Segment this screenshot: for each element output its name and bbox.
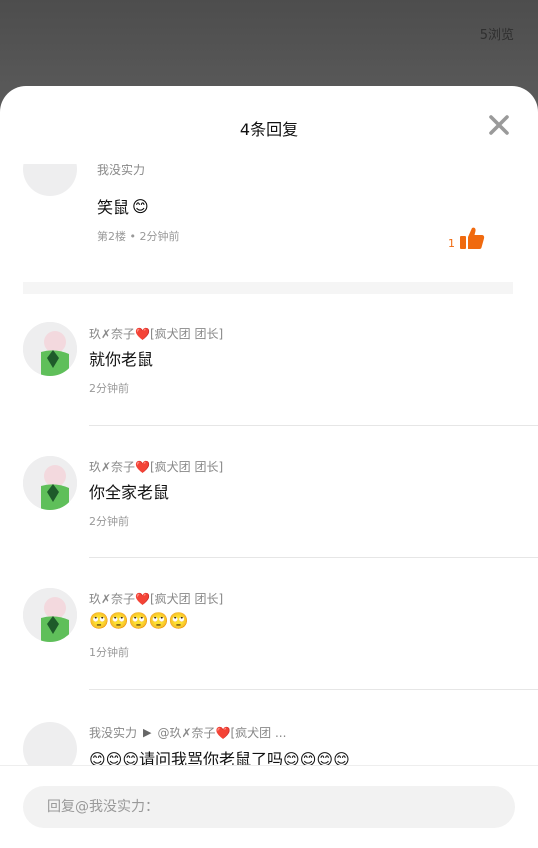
main-comment: 我没实力 笑鼠 😊 第2楼 • 2分钟前 1 — [0, 164, 538, 284]
reply-text: 🙄🙄🙄🙄🙄 — [89, 611, 189, 630]
avatar[interactable] — [23, 164, 77, 196]
comment-text: 笑鼠 — [97, 198, 130, 217]
comment-emoji: 😊 — [132, 196, 149, 216]
reply-item: 玖✗奈子❤️[疯犬团 团长] 🙄🙄🙄🙄🙄 1分钟前 — [0, 558, 538, 690]
reply-time: 2分钟前 — [89, 515, 129, 528]
avatar[interactable] — [23, 588, 77, 642]
reply-author[interactable]: 玖✗奈子❤️[疯犬团 团长] — [89, 590, 223, 607]
reply-footer — [0, 765, 538, 848]
reply-item: 玖✗奈子❤️[疯犬团 团长] 就你老鼠 2分钟前 — [0, 294, 538, 426]
avatar[interactable] — [23, 456, 77, 510]
reply-item: 我没实力 ▶ @玖✗奈子❤️[疯犬团 ... 😊😊😊请问我骂你老鼠了吗😊😊😊😊 — [0, 690, 538, 766]
avatar-image — [23, 322, 77, 376]
avatar[interactable] — [23, 322, 77, 376]
comment-author[interactable]: 我没实力 — [97, 164, 145, 178]
replies-sheet: 4条回复 我没实力 笑鼠 😊 第2楼 • 2分钟前 1 玖✗奈子❤️[疯犬团 团… — [0, 86, 538, 848]
avatar-image — [23, 456, 77, 510]
reply-input[interactable] — [23, 786, 515, 828]
reply-author[interactable]: 玖✗奈子❤️[疯犬团 团长] — [89, 458, 223, 475]
reply-text: 你全家老鼠 — [89, 483, 170, 502]
reply-arrow-icon: ▶ — [143, 726, 152, 739]
reply-header: 我没实力 ▶ @玖✗奈子❤️[疯犬团 ... — [89, 724, 286, 741]
reply-time: 2分钟前 — [89, 382, 129, 395]
comment-body: 笑鼠 😊 — [97, 194, 149, 218]
reply-author[interactable]: 玖✗奈子❤️[疯犬团 团长] — [89, 325, 223, 342]
close-button[interactable] — [482, 108, 516, 142]
reply-text: 😊😊😊请问我骂你老鼠了吗😊😊😊😊 — [89, 750, 350, 766]
like-count: 1 — [448, 237, 455, 250]
reply-text: 就你老鼠 — [89, 350, 154, 369]
reply-item: 玖✗奈子❤️[疯犬团 团长] 你全家老鼠 2分钟前 — [0, 426, 538, 558]
close-icon — [489, 115, 509, 135]
view-count: 5浏览 — [479, 28, 514, 43]
reply-list[interactable]: 我没实力 笑鼠 😊 第2楼 • 2分钟前 1 玖✗奈子❤️[疯犬团 团长] 就你… — [0, 164, 538, 766]
avatar[interactable] — [23, 722, 77, 766]
thumbs-up-icon — [460, 227, 485, 249]
reply-author[interactable]: 我没实力 — [89, 724, 137, 741]
reply-time: 1分钟前 — [89, 646, 129, 659]
comment-meta: 第2楼 • 2分钟前 — [97, 230, 180, 243]
reply-to-target[interactable]: @玖✗奈子❤️[疯犬团 ... — [157, 724, 286, 741]
section-divider — [23, 282, 513, 294]
like-button[interactable]: 1 — [448, 226, 485, 250]
avatar-image — [23, 588, 77, 642]
sheet-title: 4条回复 — [239, 120, 299, 139]
